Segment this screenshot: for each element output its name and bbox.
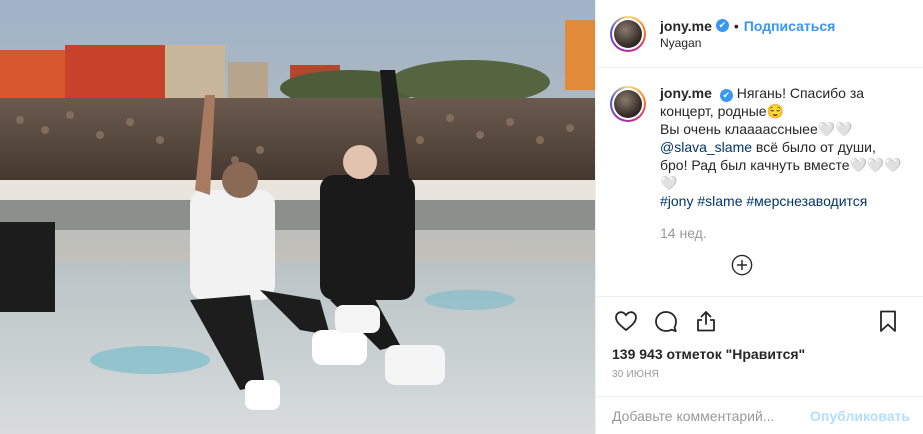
post-side-panel: jony.me ✔ • Подписаться Nyagan jony.me ✔ …: [595, 0, 923, 434]
follow-button[interactable]: Подписаться: [744, 17, 836, 35]
caption-username[interactable]: jony.me: [660, 85, 712, 101]
likes-count[interactable]: 139 943 отметок "Нравится": [606, 345, 908, 363]
post-actions: 139 943 отметок "Нравится" 30 ИЮНЯ: [596, 296, 923, 380]
publish-comment-button[interactable]: Опубликовать: [810, 408, 910, 424]
add-comment-form: Опубликовать: [596, 396, 923, 434]
share-icon: [697, 311, 715, 332]
separator-dot: •: [733, 17, 739, 34]
post-photo[interactable]: [0, 0, 595, 434]
hashtag-link[interactable]: #slame: [697, 193, 742, 209]
post-age: 14 нед.: [660, 225, 707, 241]
caption-line-2: Вы очень клааааcсныее🤍🤍: [660, 121, 853, 137]
post-date: 30 ИЮНЯ: [612, 369, 660, 380]
save-button[interactable]: [868, 301, 908, 341]
post-location[interactable]: Nyagan: [660, 35, 835, 51]
heart-icon: [615, 311, 637, 332]
concert-photo: [0, 0, 595, 434]
like-button[interactable]: [606, 301, 646, 341]
plus-circle-icon: [731, 254, 752, 276]
load-more-comments-button[interactable]: [610, 254, 873, 276]
author-username[interactable]: jony.me: [660, 17, 712, 35]
comment-icon: [655, 311, 677, 333]
verified-badge-icon: ✔: [715, 19, 729, 32]
post-caption: jony.me ✔ Нягань! Спасибо за концерт, род…: [610, 84, 907, 242]
caption-text: jony.me ✔ Нягань! Спасибо за концерт, род…: [660, 84, 907, 242]
post-header: jony.me ✔ • Подписаться Nyagan: [596, 0, 923, 68]
comments-section: jony.me ✔ Нягань! Спасибо за концерт, род…: [596, 68, 923, 308]
comment-input[interactable]: [612, 407, 811, 424]
bookmark-icon: [880, 310, 896, 332]
hashtag-link[interactable]: #jony: [660, 193, 693, 209]
caption-avatar[interactable]: [610, 86, 646, 122]
share-button[interactable]: [686, 301, 726, 341]
verified-badge-icon: ✔: [719, 89, 733, 102]
hashtag-link[interactable]: #мерснезаводится: [746, 193, 867, 209]
author-avatar[interactable]: [610, 15, 646, 52]
mention-link[interactable]: @slava_slame: [660, 139, 752, 155]
comment-button[interactable]: [646, 301, 686, 341]
